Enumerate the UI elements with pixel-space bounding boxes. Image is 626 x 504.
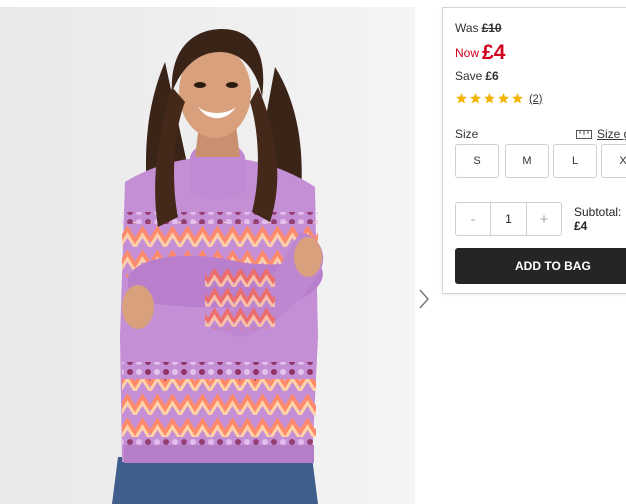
- star-icon: [498, 93, 509, 104]
- save-amount: £6: [485, 69, 499, 83]
- quantity-value[interactable]: 1: [490, 203, 527, 235]
- subtotal-value: £4: [574, 219, 588, 233]
- quantity-decrease-button[interactable]: -: [456, 203, 490, 235]
- quantity-stepper: - 1 +: [455, 202, 562, 236]
- quantity-increase-button[interactable]: +: [527, 203, 561, 235]
- was-price: £10: [481, 21, 502, 35]
- was-price-row: Was £10: [455, 21, 502, 35]
- next-image-arrow-icon[interactable]: [417, 286, 431, 312]
- subtotal-label: Subtotal:: [574, 205, 622, 219]
- subtotal: Subtotal: £4: [574, 205, 621, 233]
- size-option-m[interactable]: M: [505, 144, 549, 178]
- size-option-xl[interactable]: X: [601, 144, 626, 178]
- star-icon: [484, 93, 495, 104]
- size-guide-link[interactable]: Size g: [576, 127, 626, 141]
- now-price-row: Now £4: [455, 41, 505, 65]
- review-count-link[interactable]: (2): [529, 93, 542, 105]
- product-image[interactable]: [0, 7, 415, 504]
- save-row: Save £6: [455, 69, 499, 83]
- star-icon: [512, 93, 523, 104]
- size-option-l[interactable]: L: [553, 144, 597, 178]
- star-icon: [470, 93, 481, 104]
- save-label: Save: [455, 69, 483, 83]
- size-guide-label: Size g: [597, 127, 626, 141]
- ruler-icon: [576, 129, 592, 139]
- was-label: Was: [455, 21, 479, 35]
- purchase-panel: Was£10 Now£4 Save£6 (2) Size Size g S M …: [442, 7, 626, 294]
- now-label: Now: [455, 46, 480, 60]
- now-price: £4: [482, 41, 506, 64]
- size-option-s[interactable]: S: [455, 144, 499, 178]
- add-to-bag-button[interactable]: ADD TO BAG: [455, 248, 626, 284]
- star-rating: (2): [455, 92, 542, 105]
- star-icon: [456, 93, 467, 104]
- size-label: Size: [455, 127, 479, 141]
